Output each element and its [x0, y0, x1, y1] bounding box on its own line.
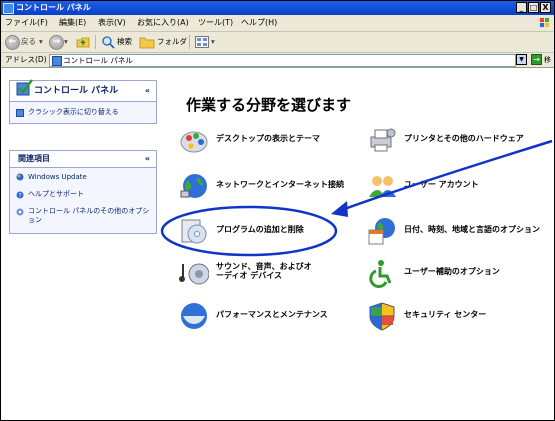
windows-logo-icon	[539, 17, 550, 28]
desktop-theme-icon	[180, 131, 208, 153]
related-link-windows-update[interactable]: Windows Update	[10, 168, 156, 186]
sidebar: コントロール パネル « クラシック表示に切り替える 関連項目 « Window…	[1, 68, 157, 420]
content-area: コントロール パネル « クラシック表示に切り替える 関連項目 « Window…	[1, 68, 554, 420]
menu-favorites[interactable]: お気に入り(A)	[137, 17, 189, 29]
printer-hardware-icon	[370, 128, 396, 152]
category-label: デスクトップの表示とテーマ	[216, 134, 320, 143]
windows-update-icon	[16, 173, 24, 181]
menu-edit[interactable]: 編集(E)	[59, 17, 86, 29]
related-link-label: コントロール パネルのその他のオプション	[28, 207, 150, 224]
toolbar: ← 戻る ▾ → ▾ 検索 フォルダ ▾	[1, 32, 554, 53]
switch-classic-view-label: クラシック表示に切り替える	[28, 108, 119, 116]
classic-view-icon	[16, 109, 24, 117]
up-folder-icon[interactable]	[76, 35, 90, 49]
address-value: コントロール パネル	[63, 56, 133, 65]
related-links-panel: 関連項目 « Windows Update ? ヘルプとサポート コントロール …	[9, 150, 157, 234]
folders-label[interactable]: フォルダ	[157, 36, 187, 47]
svg-text:?: ?	[18, 192, 21, 199]
control-panel-icon	[52, 56, 62, 66]
back-dropdown-icon[interactable]: ▾	[39, 36, 43, 47]
switch-classic-view-link[interactable]: クラシック表示に切り替える	[10, 102, 156, 123]
page-title: 作業する分野を選びます	[186, 96, 352, 114]
menu-file[interactable]: ファイル(F)	[5, 17, 48, 29]
control-panel-check-icon	[16, 79, 33, 96]
sounds-audio-icon	[179, 263, 209, 285]
add-remove-programs-icon	[181, 219, 207, 244]
related-link-help[interactable]: ? ヘルプとサポート	[10, 186, 156, 203]
menu-view[interactable]: 表示(V)	[98, 17, 126, 29]
user-accounts-icon	[369, 176, 396, 197]
security-center-icon	[369, 302, 395, 331]
views-icon[interactable]	[195, 36, 209, 48]
options-icon	[16, 208, 24, 216]
views-dropdown-icon[interactable]: ▾	[211, 36, 215, 47]
category-label: プリンタとその他のハードウェア	[404, 134, 524, 143]
forward-dropdown-icon[interactable]: ▾	[64, 36, 68, 47]
related-link-options[interactable]: コントロール パネルのその他のオプション	[10, 203, 156, 233]
back-button[interactable]: ←	[5, 35, 20, 50]
back-label: 戻る	[21, 37, 36, 46]
category-label: ユーザー アカウント	[404, 180, 479, 189]
related-link-label: Windows Update	[28, 173, 87, 181]
performance-maintenance-icon	[181, 303, 207, 329]
category-label: サウンド、音声、およびオーディオ デバイス	[216, 262, 312, 280]
accessibility-icon	[369, 260, 392, 288]
category-label: プログラムの追加と削除	[216, 225, 304, 234]
menu-bar: ファイル(F) 編集(E) 表示(V) お気に入り(A) ツール(T) ヘルプ(…	[1, 15, 554, 32]
collapse-chevron-icon[interactable]: «	[145, 86, 150, 96]
toolbar-separator	[189, 35, 190, 49]
menu-help[interactable]: ヘルプ(H)	[241, 17, 277, 29]
close-button[interactable]: X	[540, 2, 551, 13]
title-bar: コントロール パネル _ □ X	[1, 1, 554, 15]
category-label: ネットワークとインターネット接続	[216, 180, 344, 189]
maximize-button[interactable]: □	[528, 2, 539, 13]
category-label: セキュリティ センター	[404, 310, 487, 319]
menu-tools[interactable]: ツール(T)	[198, 17, 233, 29]
control-panel-task-panel: コントロール パネル « クラシック表示に切り替える	[9, 79, 157, 124]
folders-icon[interactable]	[139, 35, 155, 49]
related-link-label: ヘルプとサポート	[28, 190, 84, 198]
address-input[interactable]: コントロール パネル	[49, 54, 516, 67]
date-time-language-icon	[368, 218, 395, 245]
category-label: ユーザー補助のオプション	[404, 267, 500, 276]
collapse-chevron-icon[interactable]: «	[145, 154, 150, 164]
control-panel-icon	[3, 3, 14, 14]
address-dropdown-button[interactable]: ▼	[516, 54, 527, 65]
panel-title: コントロール パネル	[34, 86, 119, 96]
category-label: パフォーマンスとメンテナンス	[216, 310, 328, 319]
category-label: 日付、時刻、地域と言語のオプション	[404, 225, 540, 234]
toolbar-separator	[95, 35, 96, 49]
help-icon: ?	[16, 191, 24, 199]
window-title: コントロール パネル	[16, 3, 91, 12]
minimize-button[interactable]: _	[516, 2, 527, 13]
panel-header[interactable]: コントロール パネル «	[10, 79, 156, 102]
related-title: 関連項目	[18, 154, 50, 163]
network-internet-icon	[180, 174, 207, 198]
search-label[interactable]: 検索	[117, 36, 132, 47]
go-button[interactable]: →	[531, 54, 542, 65]
address-label: アドレス(D)	[5, 55, 47, 64]
search-icon[interactable]	[101, 35, 115, 49]
forward-button[interactable]: →	[49, 35, 64, 50]
address-bar: アドレス(D) コントロール パネル ▼ → 移動	[1, 53, 554, 76]
control-panel-window: コントロール パネル _ □ X ファイル(F) 編集(E) 表示(V) お気に…	[0, 0, 555, 421]
related-header[interactable]: 関連項目 «	[10, 151, 156, 168]
